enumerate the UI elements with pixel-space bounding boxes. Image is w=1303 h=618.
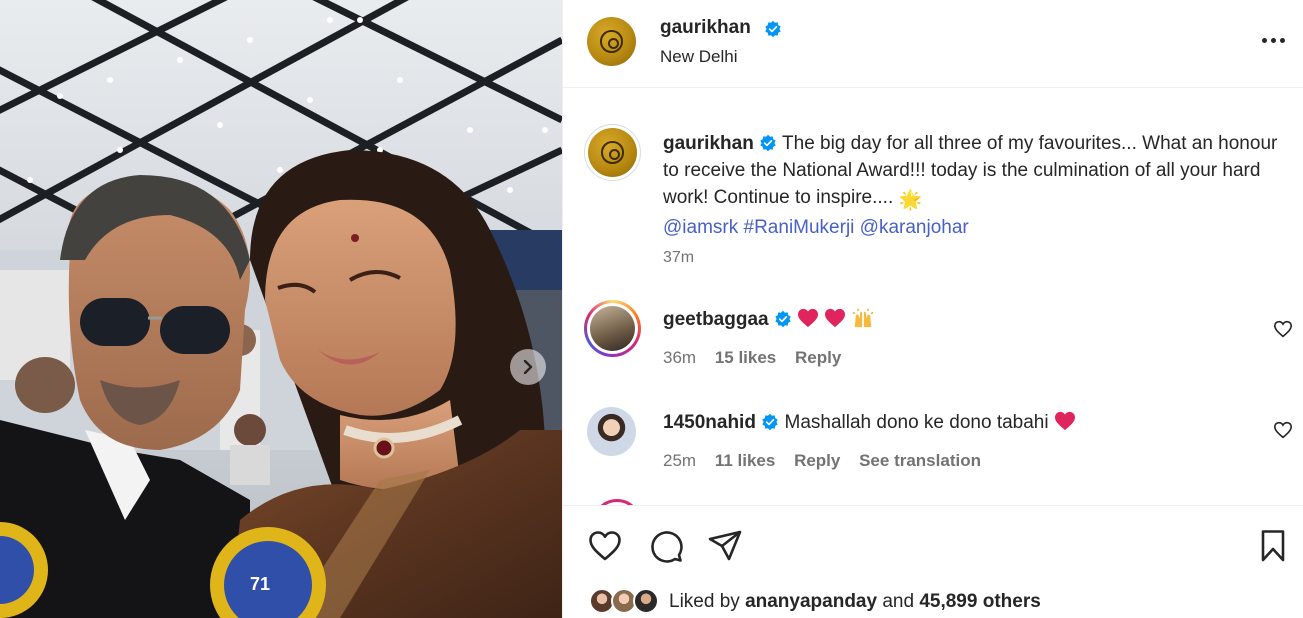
author-username[interactable]: gaurikhan <box>660 17 751 39</box>
comment-likes[interactable]: 11 likes <box>715 451 776 470</box>
heart-emoji-icon <box>798 308 819 328</box>
verified-badge-icon <box>765 20 781 38</box>
heart-emoji-icon <box>1054 411 1075 431</box>
post-photo[interactable]: 71 <box>0 0 562 618</box>
comment-line: 1450nahid Mashallah dono ke dono tabahi <box>663 411 1076 434</box>
caption-timestamp[interactable]: 37m <box>663 249 694 267</box>
verified-badge-icon <box>775 310 791 328</box>
author-avatar[interactable] <box>587 17 636 66</box>
caption-text: The big day for all three of my favourit… <box>663 133 1278 208</box>
award-badge-text: 71 <box>250 574 270 594</box>
sun-emoji: 🌟 <box>898 190 923 211</box>
commenter-avatar[interactable] <box>584 300 641 357</box>
comment-meta: 36m 15 likes Reply <box>663 348 855 368</box>
caption-text-block: gaurikhan The big day for all three of m… <box>663 130 1288 241</box>
comment-meta: 25m 11 likes Reply See translation <box>663 451 995 471</box>
comment-line: geetbaggaa <box>663 308 874 331</box>
post-actions: Liked by ananyapanday and 45,899 others <box>563 505 1303 618</box>
post-location[interactable]: New Delhi <box>660 47 737 67</box>
next-photo-button[interactable] <box>510 349 546 385</box>
commenter-avatar[interactable] <box>587 407 636 456</box>
liked-by-connector: and <box>882 591 915 612</box>
comment-likes[interactable]: 15 likes <box>715 348 776 367</box>
heart-icon[interactable] <box>587 528 623 564</box>
comment-item: 1450nahid Mashallah dono ke dono tabahi … <box>563 405 1303 485</box>
liked-by-text: Liked by ananyapanday and 45,899 others <box>669 591 1041 613</box>
verified-badge-icon <box>760 134 776 152</box>
liked-by-others[interactable]: 45,899 others <box>919 591 1040 612</box>
bookmark-icon[interactable] <box>1255 528 1291 564</box>
liked-by-user[interactable]: ananyapanday <box>745 591 877 612</box>
comment-item: geetbaggaa 36m 15 likes Reply <box>563 300 1303 380</box>
caption-hashtag-ranimukerji[interactable]: #RaniMukerji <box>744 217 855 238</box>
comment-text: Mashallah dono ke dono tabahi <box>784 412 1049 433</box>
comment-icon[interactable] <box>648 528 684 564</box>
liked-by-prefix: Liked by <box>669 591 740 612</box>
comment-like-heart-icon[interactable] <box>1273 421 1293 439</box>
comment-username[interactable]: geetbaggaa <box>663 309 769 330</box>
share-icon[interactable] <box>707 528 743 564</box>
comment-time[interactable]: 25m <box>663 451 696 470</box>
verified-badge-icon <box>762 413 778 431</box>
comment-reply-button[interactable]: Reply <box>794 451 840 470</box>
comment-like-heart-icon[interactable] <box>1273 320 1293 338</box>
post-image: 71 <box>0 0 562 618</box>
chevron-right-icon <box>523 360 533 374</box>
caption-author-avatar[interactable] <box>584 124 641 181</box>
more-options-icon[interactable] <box>1258 30 1288 50</box>
comment-time[interactable]: 36m <box>663 348 696 367</box>
see-translation-button[interactable]: See translation <box>859 451 981 470</box>
comment-username[interactable]: 1450nahid <box>663 412 756 433</box>
raised-hands-emoji-icon <box>852 308 874 328</box>
post-details-panel: gaurikhan New Delhi gaurikhan The big da… <box>562 0 1303 618</box>
caption-author-username[interactable]: gaurikhan <box>663 133 754 154</box>
heart-emoji-icon <box>825 308 846 328</box>
caption-mention-karanjohar[interactable]: @karanjohar <box>860 217 969 238</box>
caption-mention-iamsrk[interactable]: @iamsrk <box>663 217 738 238</box>
liker-avatars[interactable] <box>589 588 663 614</box>
comment-reply-button[interactable]: Reply <box>795 348 841 367</box>
post-header: gaurikhan New Delhi <box>563 0 1303 88</box>
